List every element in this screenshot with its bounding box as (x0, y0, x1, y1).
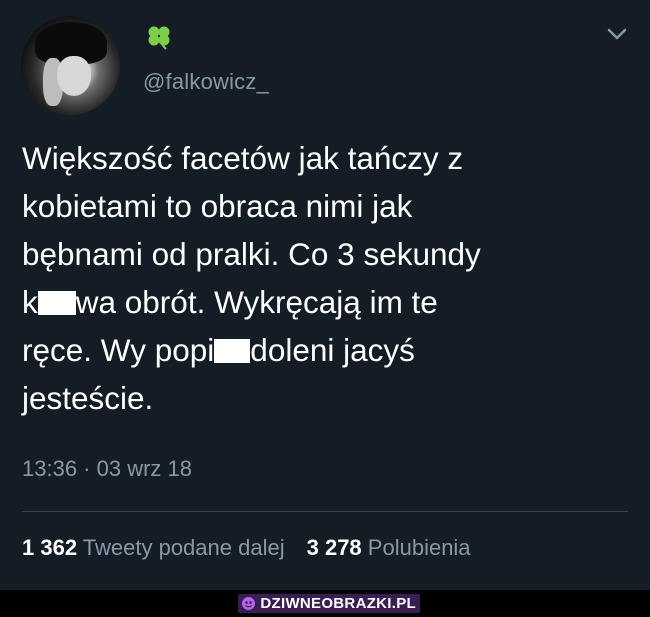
tweet-line-part: wa obrót. Wykręcają im te (75, 284, 438, 320)
divider (22, 511, 628, 512)
four-leaf-clover-icon (148, 26, 170, 50)
retweets-label: Tweety podane dalej (82, 535, 285, 560)
user-handle[interactable]: @falkowicz_ (143, 69, 269, 95)
site-logo-icon (242, 597, 256, 610)
avatar-face-shape (57, 56, 91, 96)
watermark-text: DZIWNEOBRAZKI.PL (260, 595, 416, 612)
tweet-line: bębnami od pralki. Co 3 sekundy (22, 236, 481, 272)
likes-count: 3 278 (306, 535, 362, 560)
profile-avatar[interactable] (21, 16, 120, 115)
likes-stat[interactable]: 3 278 Polubienia (307, 535, 471, 560)
tweet-line-part: doleni jacyś (250, 332, 415, 368)
retweets-count: 1 362 (22, 535, 78, 560)
watermark-footer: DZIWNEOBRAZKI.PL (0, 590, 650, 617)
chevron-down-icon[interactable] (606, 26, 628, 42)
tweet-line: kobietami to obraca nimi jak (22, 188, 413, 224)
tweet-timestamp[interactable]: 13:36 · 03 wrz 18 (22, 456, 192, 482)
tweet-line-part: k (22, 284, 38, 320)
tweet-line: Większość facetów jak tańczy z (22, 140, 464, 176)
retweets-stat[interactable]: 1 362 Tweety podane dalej (22, 535, 285, 560)
tweet-card: @falkowicz_ Większość facetów jak tańczy… (0, 0, 650, 590)
censor-bar (37, 291, 76, 315)
likes-label: Polubienia (367, 535, 471, 560)
tweet-stats: 1 362 Tweety podane dalej 3 278 Polubieni… (22, 535, 471, 561)
tweet-line-part: ręce. Wy popi (22, 332, 215, 368)
tweet-text: Większość facetów jak tańczy z kobietami… (22, 134, 622, 422)
tweet-line: jesteście. (22, 380, 154, 416)
watermark-badge: DZIWNEOBRAZKI.PL (238, 594, 420, 613)
censor-bar (214, 339, 251, 363)
